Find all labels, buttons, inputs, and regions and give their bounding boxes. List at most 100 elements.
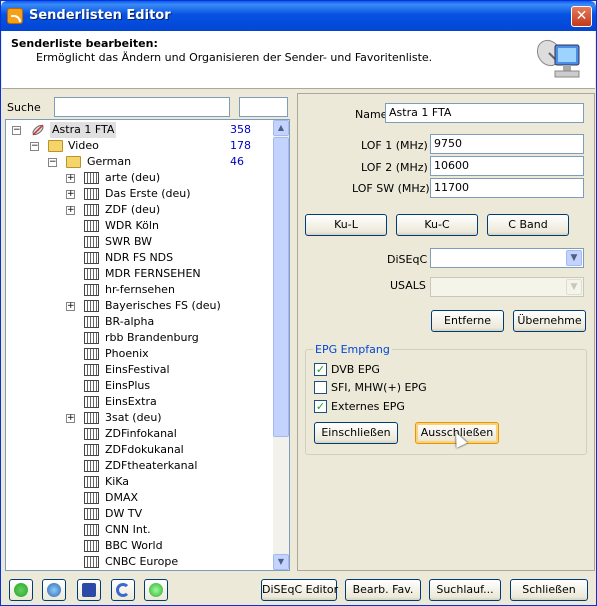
- tree-label: ZDFdokukanal: [105, 443, 184, 456]
- tree-node-channel[interactable]: EinsExtra: [6, 394, 271, 410]
- diseqc-editor-button[interactable]: DiSEqC Editor: [261, 579, 338, 601]
- scroll-up-icon[interactable]: ▲: [273, 120, 289, 136]
- tree-node-channel[interactable]: ZDFinfokanal: [6, 426, 271, 442]
- collapse-icon[interactable]: −: [12, 126, 21, 135]
- tree-node-channel[interactable]: ZDFtheaterkanal: [6, 458, 271, 474]
- tree-node-channel[interactable]: + Das Erste (deu): [6, 186, 271, 202]
- scroll-down-icon[interactable]: ▼: [273, 554, 289, 570]
- tree-node-channel[interactable]: BBC World: [6, 538, 271, 554]
- tree-node-channel[interactable]: + arte (deu): [6, 170, 271, 186]
- tree-label: WDR Köln: [105, 219, 159, 232]
- tv-channel-icon: [84, 492, 99, 504]
- tree-node-channel[interactable]: DW TV: [6, 506, 271, 522]
- dvb-epg-checkbox[interactable]: ✓: [314, 363, 327, 376]
- tv-channel-icon: [84, 252, 99, 264]
- channel-tree[interactable]: − Astra 1 FTA 358 − Video 178 − German 4…: [5, 119, 290, 571]
- tv-channel-icon: [84, 444, 99, 456]
- tree-label: ZDFtheaterkanal: [105, 459, 198, 472]
- external-epg-checkbox[interactable]: ✓: [314, 400, 327, 413]
- apply-button[interactable]: Übernehme: [513, 310, 586, 332]
- expand-icon[interactable]: +: [66, 206, 75, 215]
- tree-node-channel[interactable]: MDR FERNSEHEN: [6, 266, 271, 282]
- undo-button[interactable]: [111, 579, 135, 601]
- collapse-icon[interactable]: −: [48, 158, 57, 167]
- tree-node-channel[interactable]: KiKa: [6, 474, 271, 490]
- header-subtitle: Ermöglicht das Ändern und Organisieren d…: [36, 51, 433, 64]
- ku-c-button[interactable]: Ku-C: [396, 214, 478, 236]
- collapse-icon[interactable]: −: [30, 142, 39, 151]
- tv-channel-icon: [84, 316, 99, 328]
- chevron-down-icon[interactable]: ▼: [566, 250, 582, 266]
- tree-label: Das Erste (deu): [105, 187, 191, 200]
- expand-icon[interactable]: +: [66, 174, 75, 183]
- tree-scrollbar[interactable]: ▲ ▼: [273, 120, 289, 570]
- tree-node-channel[interactable]: SWR BW: [6, 234, 271, 250]
- name-input[interactable]: Astra 1 FTA: [385, 103, 584, 123]
- refresh-button[interactable]: [9, 579, 33, 601]
- edit-fav-button[interactable]: Bearb. Fav.: [345, 579, 421, 601]
- tv-channel-icon: [84, 172, 99, 184]
- tree-node-channel[interactable]: hr-fernsehen: [6, 282, 271, 298]
- lof1-input[interactable]: 9750: [430, 134, 584, 154]
- tree-node-video[interactable]: − Video 178: [6, 138, 271, 154]
- lofsw-label: LOF SW (MHz): [352, 182, 430, 195]
- scroll-thumb[interactable]: [273, 137, 289, 437]
- c-band-button[interactable]: C Band: [487, 214, 569, 236]
- tree-node-channel[interactable]: + ZDF (deu): [6, 202, 271, 218]
- title-bar[interactable]: Senderlisten Editor ✕: [1, 1, 596, 31]
- tree-node-channel[interactable]: EinsPlus: [6, 378, 271, 394]
- sfi-epg-checkbox[interactable]: [314, 381, 327, 394]
- sync-button[interactable]: [144, 579, 168, 601]
- include-button[interactable]: Einschließen: [314, 422, 398, 444]
- refresh-icon: [14, 583, 28, 597]
- save-icon: [82, 583, 96, 597]
- tree-count: 358: [230, 123, 251, 136]
- tv-channel-icon: [84, 364, 99, 376]
- globe-button[interactable]: [42, 579, 66, 601]
- tree-label: Video: [68, 139, 99, 152]
- tree-node-root[interactable]: − Astra 1 FTA 358: [6, 122, 271, 138]
- expand-icon[interactable]: +: [66, 302, 75, 311]
- tv-channel-icon: [84, 268, 99, 280]
- save-button[interactable]: [77, 579, 101, 601]
- diseqc-select[interactable]: ▼: [430, 248, 584, 268]
- tree-node-channel[interactable]: BR-alpha: [6, 314, 271, 330]
- ku-l-button[interactable]: Ku-L: [305, 214, 387, 236]
- tree-node-channel[interactable]: CNN Int.: [6, 522, 271, 538]
- tree-label: NDR FS NDS: [105, 251, 174, 264]
- search-input-secondary[interactable]: [239, 97, 288, 117]
- tree-label: Phoenix: [105, 347, 149, 360]
- lofsw-input[interactable]: 11700: [430, 178, 584, 198]
- tree-node-channel[interactable]: NDR FS NDS: [6, 250, 271, 266]
- tree-node-channel[interactable]: +3sat (deu): [6, 410, 271, 426]
- tree-node-channel[interactable]: EinsFestival: [6, 362, 271, 378]
- search-input[interactable]: [54, 97, 230, 117]
- close-dialog-button[interactable]: Schließen: [510, 579, 588, 601]
- tree-node-german[interactable]: − German 46: [6, 154, 271, 170]
- sfi-epg-label: SFI, MHW(+) EPG: [331, 381, 427, 394]
- diseqc-label: DiSEqC: [387, 253, 428, 266]
- tv-channel-icon: [84, 540, 99, 552]
- tree-node-channel[interactable]: CNBC Europe: [6, 554, 271, 570]
- tree-label: ZDFinfokanal: [105, 427, 177, 440]
- computer-satellite-icon: [536, 39, 580, 78]
- tree-node-channel[interactable]: DMAX: [6, 490, 271, 506]
- tree-node-channel[interactable]: WDR Köln: [6, 218, 271, 234]
- usals-select[interactable]: ▼: [430, 277, 584, 297]
- close-button[interactable]: ✕: [571, 6, 592, 27]
- tv-channel-icon: [84, 220, 99, 232]
- tree-label: KiKa: [105, 475, 130, 488]
- expand-icon[interactable]: +: [66, 414, 75, 423]
- lof2-input[interactable]: 10600: [430, 156, 584, 176]
- tree-node-channel[interactable]: + Bayerisches FS (deu): [6, 298, 271, 314]
- expand-icon[interactable]: +: [66, 190, 75, 199]
- scan-button[interactable]: Suchlauf...: [429, 579, 501, 601]
- tree-label: BBC World: [105, 539, 163, 552]
- sync-icon: [149, 583, 163, 597]
- tree-node-channel[interactable]: Phoenix: [6, 346, 271, 362]
- tree-node-channel[interactable]: ZDFdokukanal: [6, 442, 271, 458]
- tv-channel-icon: [84, 204, 99, 216]
- remove-button[interactable]: Entferne: [431, 310, 504, 332]
- lof2-label: LOF 2 (MHz): [361, 161, 428, 174]
- tree-node-channel[interactable]: rbb Brandenburg: [6, 330, 271, 346]
